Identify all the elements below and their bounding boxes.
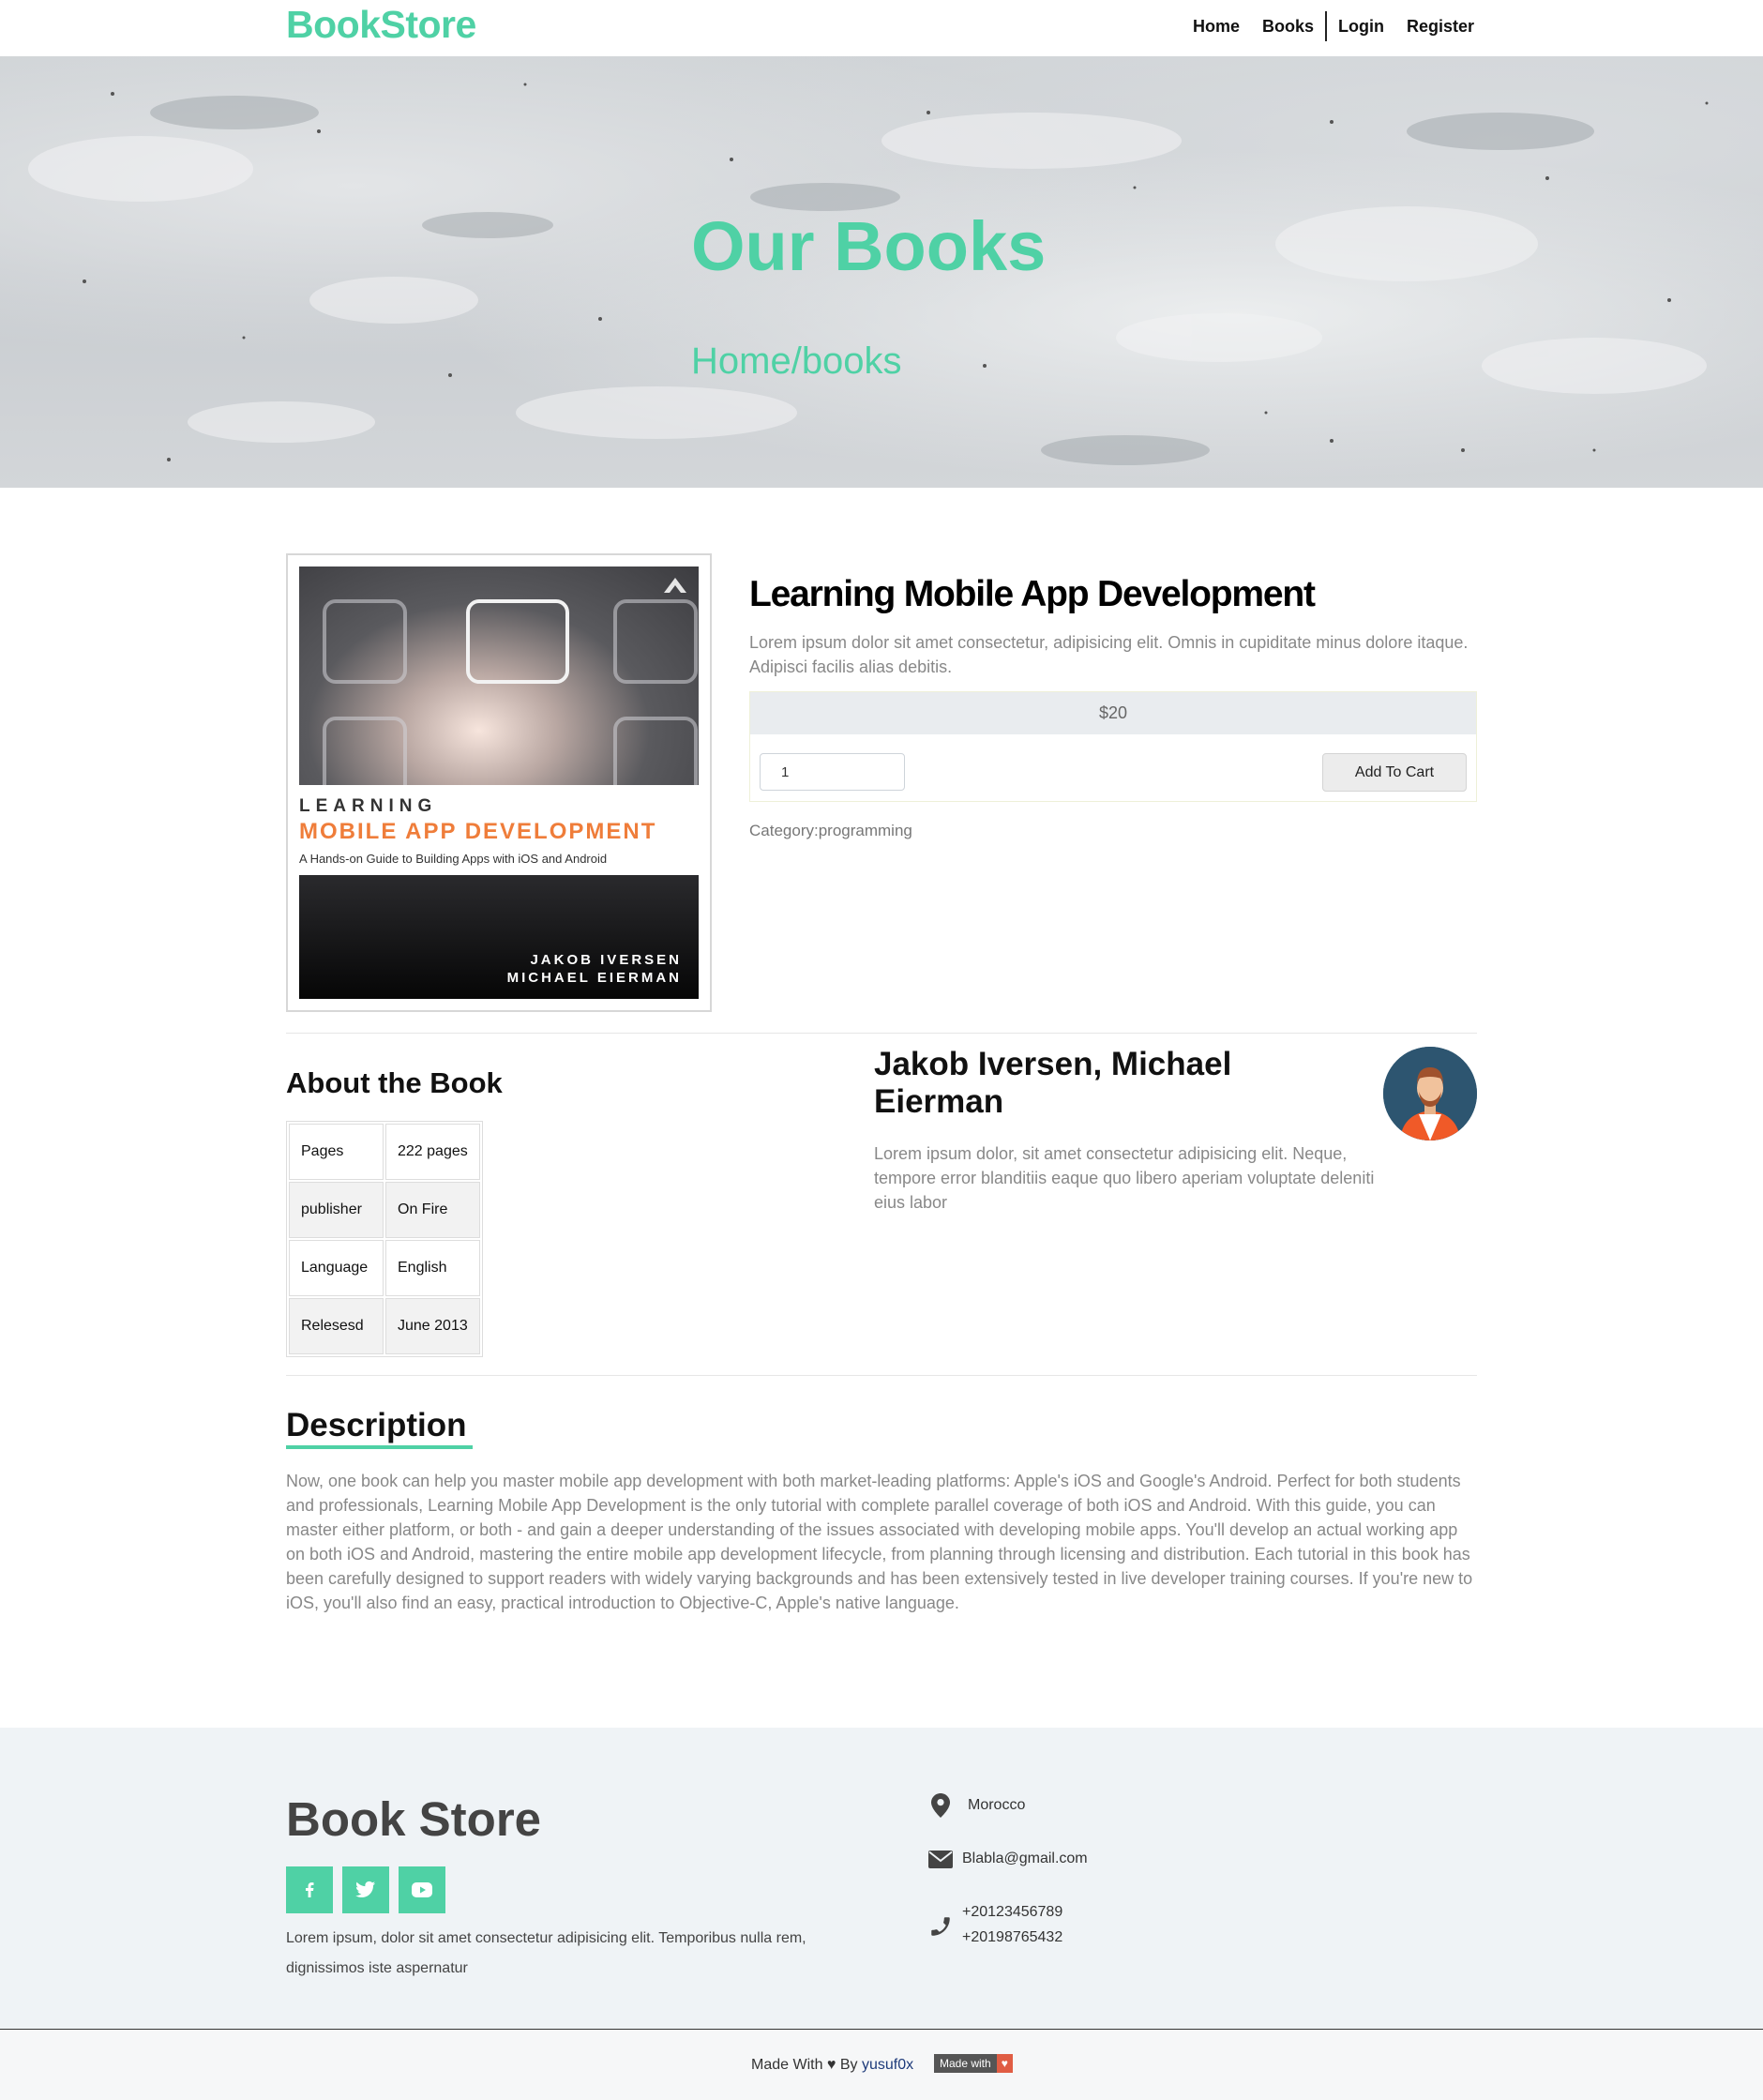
cover-text-block: LEARNING MOBILE APP DEVELOPMENT A Hands-… [299,785,699,875]
footer-about-text: Lorem ipsum, dolor sit amet consectetur … [286,1930,806,1976]
book-short-description: Lorem ipsum dolor sit amet consectetur, … [749,633,1469,676]
nav-home[interactable]: Home [1182,17,1251,37]
cover-photo [299,567,699,801]
book-details-table: Pages 222 pages publisher On Fire Langua… [286,1121,483,1357]
description-underline [286,1445,473,1449]
made-with-credit: Made With ♥ By yusuf0x [751,2057,913,2074]
twitter-icon [355,1881,376,1897]
table-key: Language [289,1240,384,1296]
cover-author1: JAKOB IVERSEN [530,952,682,968]
cover-line1: LEARNING [299,796,438,816]
table-key: publisher [289,1182,384,1238]
description-title: Description [286,1407,467,1443]
table-row: Language English [289,1240,480,1296]
description-text: Now, one book can help you master mobile… [286,1472,1473,1612]
cover-line3: A Hands-on Guide to Building Apps with i… [299,852,608,866]
twitter-button[interactable] [342,1866,389,1913]
contact-phone1: +20123456789 [962,1904,1063,1920]
add-to-cart-button[interactable]: Add To Cart [1322,753,1467,792]
book-title: Learning Mobile App Development [749,574,1316,614]
avatar-icon [1383,1047,1477,1141]
footer [0,1728,1763,2029]
navbar: BookStore Home Books Login Register [0,0,1763,56]
author-avatar [1383,1047,1477,1141]
quantity-input[interactable] [760,753,905,791]
about-title: About the Book [286,1066,503,1099]
contact-phone2: +20198765432 [962,1929,1063,1945]
contact-email[interactable]: Blabla@gmail.com [962,1851,1088,1867]
made-with-badge[interactable]: Made with ♥ [934,2054,1013,2073]
facebook-button[interactable] [286,1866,333,1913]
table-value: June 2013 [385,1298,480,1354]
table-value: On Fire [385,1182,480,1238]
table-row: Relesesd June 2013 [289,1298,480,1354]
price-card: $20 Add To Cart [749,691,1477,802]
table-row: Pages 222 pages [289,1124,480,1180]
hero-banner: Our Books Home/books [0,56,1763,488]
table-key: Pages [289,1124,384,1180]
price-label: $20 [750,692,1476,734]
table-value: 222 pages [385,1124,480,1180]
nav-login[interactable]: Login [1327,17,1395,37]
breadcrumb[interactable]: Home/books [691,340,902,383]
divider [286,1375,1477,1376]
badge-label: Made with [934,2054,997,2073]
table-key: Relesesd [289,1298,384,1354]
cover-authors-block: JAKOB IVERSEN MICHAEL EIERMAN [299,875,699,999]
badge-heart: ♥ [996,2054,1013,2073]
youtube-button[interactable] [399,1866,445,1913]
publisher-logo-icon [664,578,686,593]
made-with-text: Made With ♥ By [751,2057,858,2073]
book-cover-frame: LEARNING MOBILE APP DEVELOPMENT A Hands-… [286,553,712,1012]
envelope-icon [928,1851,953,1868]
cover-author2: MICHAEL EIERMAN [506,970,682,986]
table-value: English [385,1240,480,1296]
nav-links: Home Books Login Register [1182,11,1485,41]
nav-books[interactable]: Books [1251,17,1325,37]
cover-line2: MOBILE APP DEVELOPMENT [299,819,657,844]
author-link[interactable]: yusuf0x [862,2057,913,2073]
book-cover-image: LEARNING MOBILE APP DEVELOPMENT A Hands-… [299,567,699,999]
author-bio: Lorem ipsum dolor, sit amet consectetur … [874,1144,1375,1212]
youtube-icon [412,1882,432,1897]
table-row: publisher On Fire [289,1182,480,1238]
footer-brand: Book Store [286,1792,542,1846]
nav-register[interactable]: Register [1395,17,1485,37]
hero-title: Our Books [691,207,1047,285]
author-name: Jakob Iversen, Michael Eierman [874,1046,1232,1120]
divider [286,1033,1477,1034]
phone-icon [931,1917,950,1936]
brand-logo[interactable]: BookStore [286,3,476,47]
category-label: Category:programming [749,822,912,839]
contact-location: Morocco [968,1797,1026,1813]
facebook-icon [306,1882,314,1897]
location-icon [931,1793,950,1818]
